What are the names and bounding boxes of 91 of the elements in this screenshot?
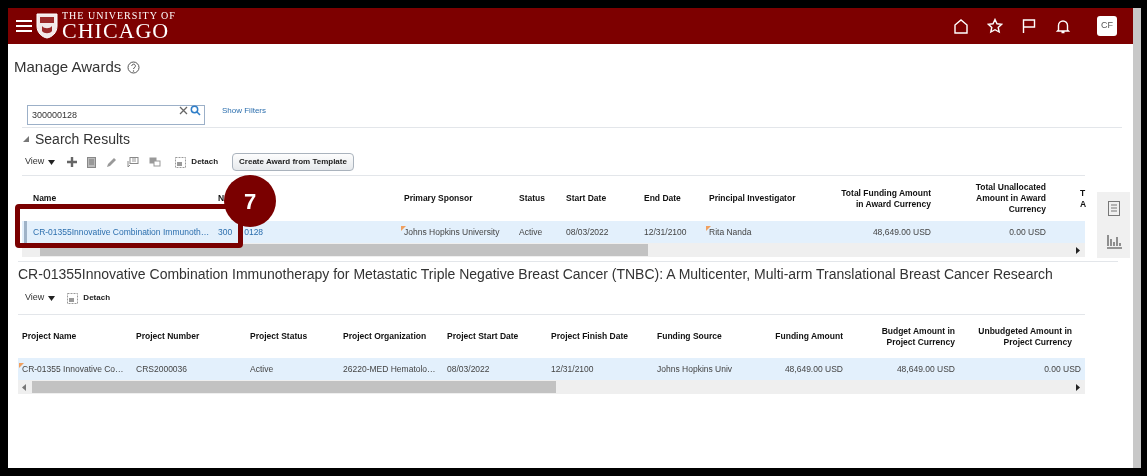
detach-button[interactable]: Detach (67, 292, 111, 304)
flag-marker-icon (19, 362, 24, 368)
link-text[interactable]: CR-01355Innovative Combination Immunoth… (33, 225, 210, 239)
column-header[interactable]: Project Number (136, 331, 200, 342)
link-text[interactable]: 300 (218, 225, 233, 239)
search-icon[interactable] (190, 105, 201, 116)
column-header[interactable]: Project Currency (1003, 336, 1072, 348)
chat-icon[interactable] (149, 156, 162, 168)
scrollbar[interactable] (1133, 8, 1141, 468)
cell-text: 12/31/2100 (551, 362, 594, 376)
document-icon[interactable] (1107, 200, 1120, 216)
home-icon[interactable] (953, 18, 969, 34)
view-menu[interactable]: View (25, 155, 56, 169)
column-header[interactable]: Funding Amount (775, 331, 843, 342)
column-header[interactable]: Budget Amount in (881, 325, 955, 337)
cell-text: 0.00 USD (1009, 225, 1046, 239)
create-award-button[interactable]: Create Award from Template (232, 153, 354, 171)
cell-text: Johns Hopkins University (404, 226, 500, 237)
pencil-icon[interactable] (106, 156, 118, 168)
bell-icon[interactable] (1055, 18, 1071, 34)
detach-icon (67, 292, 79, 304)
clear-icon[interactable] (179, 106, 188, 115)
search-field[interactable]: 300000128 (27, 105, 205, 125)
cell-text: Rita Nanda (709, 226, 752, 237)
column-header[interactable]: T (1080, 187, 1086, 199)
section-title: Search Results (35, 129, 130, 149)
horizontal-scrollbar[interactable] (22, 243, 1085, 257)
star-icon[interactable] (987, 18, 1003, 34)
cell-text: Active (519, 225, 543, 239)
caret-icon (48, 295, 56, 301)
cell-text: CR-01355 Innovative Co… (22, 363, 124, 374)
collapse-icon[interactable] (22, 135, 30, 143)
column-header[interactable]: Currency (1008, 204, 1046, 215)
column-header[interactable]: Total Funding Amount (841, 187, 931, 199)
page-title: Manage Awards (14, 57, 122, 78)
plus-icon[interactable] (67, 157, 78, 167)
column-header[interactable]: Project Currency (886, 336, 955, 348)
table-row[interactable]: CR-01355 Innovative Co… CRS2000036 Active 26220-MED Hematolo… 08/03/2022 12/31/2100 Johns Hopkins Univ 48,649.00 USD 48,649.00 USD 0.00 USD (18, 358, 1085, 380)
column-header[interactable]: Project Name (22, 331, 77, 342)
cell-text: 08/03/2022 (566, 225, 609, 239)
column-header[interactable]: A (1080, 198, 1087, 210)
view-menu[interactable]: View (25, 291, 56, 305)
column-header[interactable]: N (218, 193, 225, 204)
column-header[interactable]: Funding Source (657, 331, 722, 342)
column-header[interactable]: Name (33, 193, 57, 204)
column-header[interactable]: Project Start Date (447, 331, 519, 342)
table-row[interactable]: CR-01355Innovative Combination Immunoth… 300 0128 Johns Hopkins University Active 08/03/2022 12/31/2100 Rita Nanda 48,649.00 USD 0.00 USD (22, 221, 1085, 243)
bar-chart-icon[interactable] (1105, 233, 1122, 250)
caret-icon (48, 159, 56, 165)
flag-marker-icon (706, 225, 711, 231)
detach-button[interactable]: Detach (175, 156, 219, 168)
flag-marker-icon (401, 225, 406, 231)
cell-text: 08/03/2022 (447, 362, 490, 376)
logo-title: CHICAGO (62, 19, 170, 42)
cell-text: 12/31/2100 (644, 225, 687, 239)
user-avatar[interactable]: CF (1097, 16, 1117, 36)
column-header[interactable]: in Award Currency (855, 198, 931, 210)
menu-icon[interactable] (16, 19, 32, 33)
horizontal-scrollbar[interactable] (18, 380, 1085, 394)
column-header[interactable]: End Date (644, 193, 681, 204)
column-header[interactable]: Primary Sponsor (404, 193, 473, 204)
cell-text: Active (250, 362, 274, 376)
cell-text: 0.00 USD (1044, 362, 1081, 376)
help-icon[interactable] (127, 61, 141, 74)
cell-text: 48,649.00 USD (872, 225, 931, 239)
cell-text: 26220-MED Hematolo… (343, 362, 436, 376)
cell-text: Johns Hopkins Univ (657, 362, 733, 376)
column-header[interactable]: Total Unallocated (975, 182, 1046, 193)
column-header[interactable]: Unbudgeted Amount in (978, 325, 1072, 337)
column-header[interactable]: Status (519, 193, 545, 204)
detach-icon (175, 156, 187, 168)
column-header[interactable]: Amount in Award (976, 193, 1046, 204)
cell-text: 48,649.00 USD (784, 362, 843, 376)
section-title: CR-01355Innovative Combination Immunotherapy for Metastatic Triple Negative Breast Cancer (TNBC): A Multicenter, Multi-arm Translational Breast Cancer Research (18, 264, 1053, 284)
cell-text: 48,649.00 USD (896, 362, 955, 376)
column-header[interactable]: Project Organization (343, 331, 427, 342)
show-filters-link[interactable]: Show Filters (222, 105, 266, 117)
link-text[interactable]: 0128 (244, 225, 264, 239)
column-header[interactable]: Start Date (566, 193, 607, 204)
flag-icon[interactable] (1021, 18, 1037, 34)
column-header[interactable]: Project Finish Date (551, 331, 628, 342)
scroll-right-icon[interactable] (1076, 384, 1080, 391)
scroll-right-icon[interactable] (1076, 247, 1080, 254)
column-header[interactable]: Project Status (250, 331, 308, 342)
crest-icon (36, 13, 58, 39)
cell-text: CRS2000036 (136, 362, 188, 376)
logo-subtitle: THE UNIVERSITY OF (62, 10, 176, 21)
scroll-left-icon[interactable] (22, 384, 26, 391)
column-header[interactable]: Principal Investigator (709, 193, 796, 204)
document-icon[interactable] (87, 156, 97, 168)
comment-icon[interactable] (127, 156, 140, 168)
